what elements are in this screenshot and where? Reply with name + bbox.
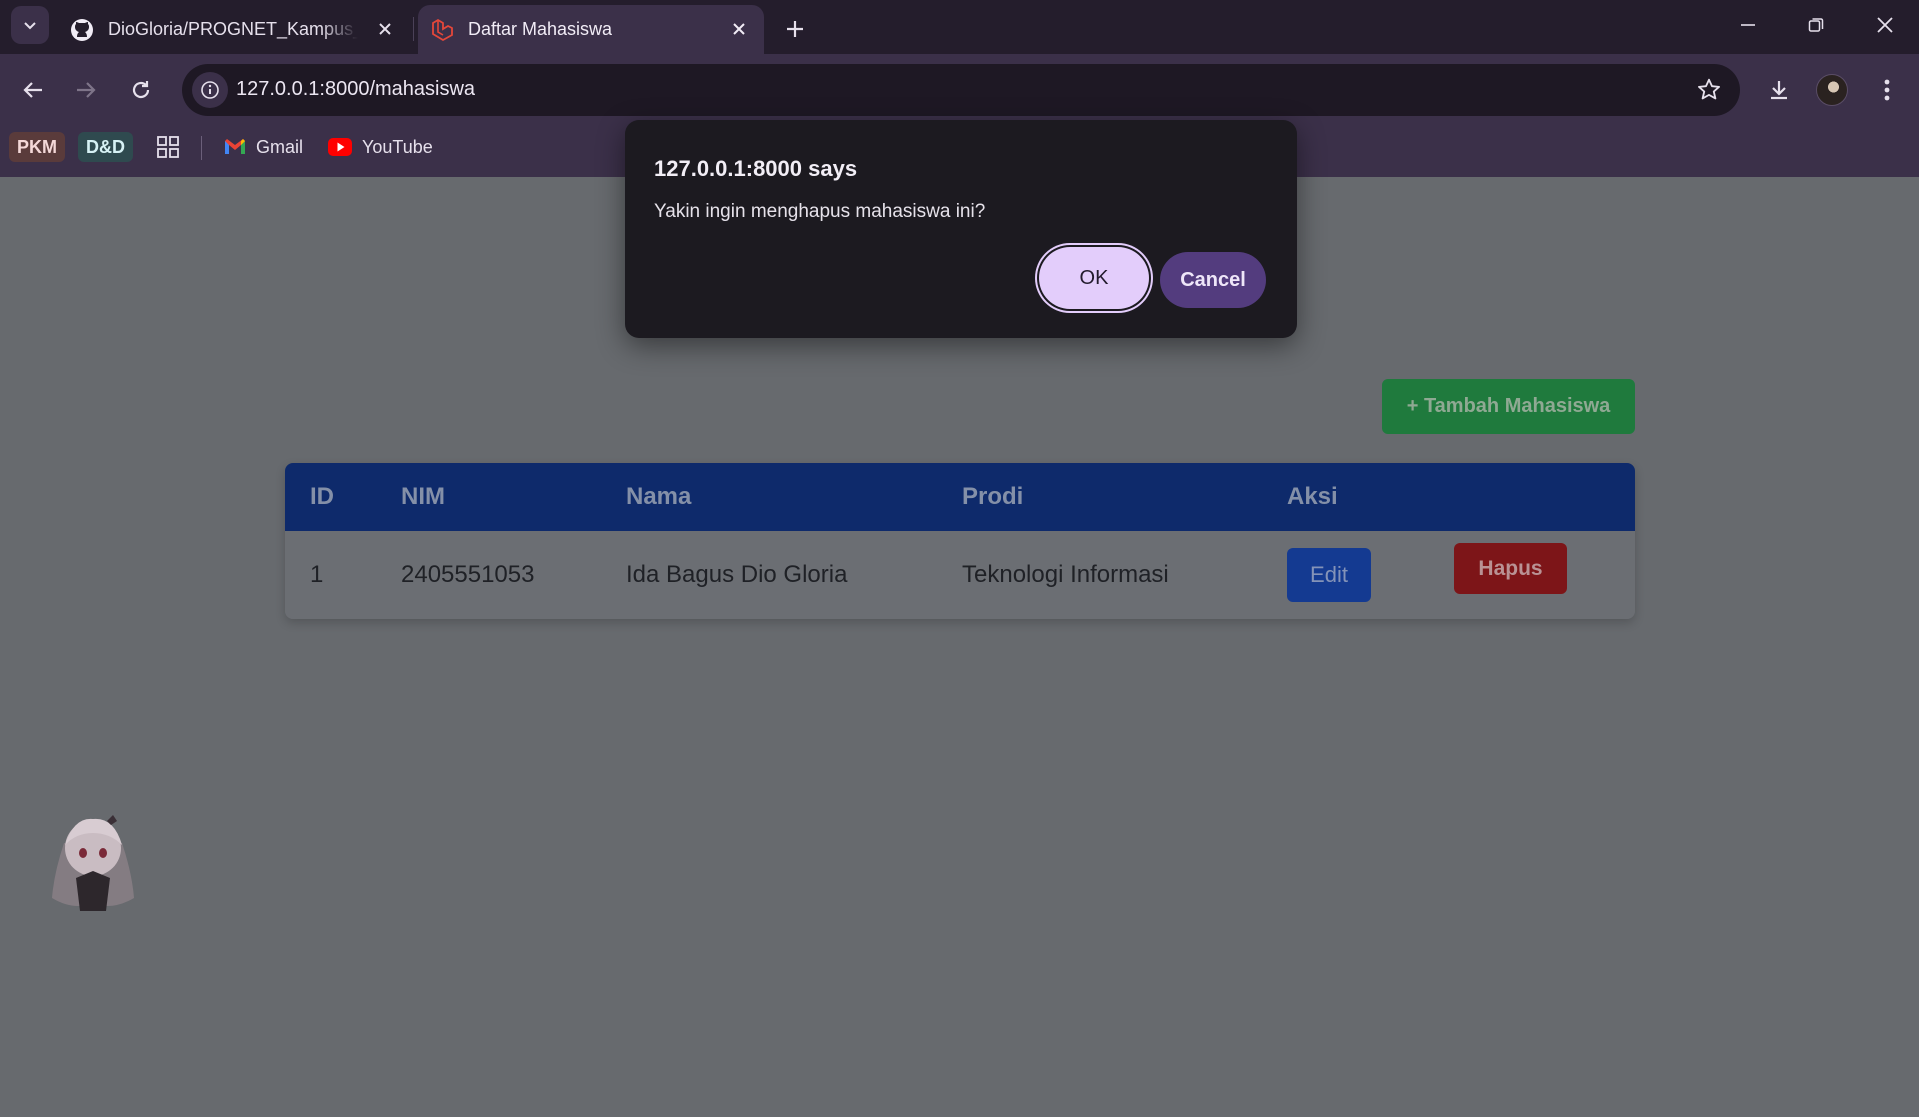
- url-text[interactable]: 127.0.0.1:8000/mahasiswa: [236, 78, 475, 101]
- add-mahasiswa-button[interactable]: + Tambah Mahasiswa: [1382, 379, 1635, 434]
- edit-button[interactable]: Edit: [1287, 548, 1371, 602]
- cancel-button[interactable]: Cancel: [1160, 252, 1266, 308]
- header-id: ID: [310, 483, 334, 510]
- dialog-message: Yakin ingin menghapus mahasiswa ini?: [654, 201, 986, 222]
- youtube-icon: [328, 138, 352, 156]
- more-vert-icon: [1884, 79, 1890, 101]
- header-prodi: Prodi: [962, 483, 1024, 510]
- reload-button[interactable]: [121, 70, 161, 110]
- apps-grid-icon[interactable]: [156, 135, 180, 159]
- site-info-icon[interactable]: [192, 72, 228, 108]
- cell-prodi: Teknologi Informasi: [962, 561, 1169, 588]
- profile-avatar[interactable]: [1816, 74, 1848, 106]
- header-nama: Nama: [626, 483, 692, 510]
- tab-separator: [413, 17, 414, 41]
- minimize-icon: [1741, 24, 1755, 26]
- new-tab-button[interactable]: [778, 12, 812, 46]
- header-aksi: Aksi: [1287, 483, 1338, 510]
- download-icon: [1771, 81, 1787, 100]
- tab-title: DioGloria/PROGNET_Kampus_L: [108, 19, 358, 39]
- back-button[interactable]: [13, 70, 53, 110]
- downloads-button[interactable]: [1759, 70, 1799, 110]
- delete-button[interactable]: Hapus: [1454, 543, 1567, 594]
- close-tab-icon[interactable]: [728, 18, 750, 40]
- bookmark-pkm[interactable]: PKM: [9, 132, 65, 162]
- bookmark-label: Gmail: [256, 136, 304, 157]
- plus-icon: [787, 21, 803, 37]
- bookmark-youtube[interactable]: YouTube: [328, 132, 433, 162]
- cell-nim: 2405551053: [401, 561, 535, 588]
- tab-title: Daftar Mahasiswa: [468, 19, 613, 39]
- cell-nama: Ida Bagus Dio Gloria: [626, 561, 848, 588]
- bookmark-star-icon[interactable]: [1696, 77, 1722, 108]
- dialog-title: 127.0.0.1:8000 says: [654, 156, 858, 181]
- confirm-dialog: 127.0.0.1:8000 says Yakin ingin menghapu…: [625, 120, 1297, 338]
- minimize-button[interactable]: [1714, 0, 1782, 50]
- menu-button[interactable]: [1867, 70, 1907, 110]
- gmail-icon: [225, 139, 245, 154]
- close-icon: [1877, 17, 1893, 33]
- tab-github[interactable]: DioGloria/PROGNET_Kampus_L: [58, 5, 410, 54]
- restore-icon: [1808, 18, 1824, 32]
- ok-button[interactable]: OK: [1039, 247, 1149, 309]
- chevron-down-icon: [24, 22, 36, 30]
- forward-button[interactable]: [66, 70, 106, 110]
- address-bar[interactable]: 127.0.0.1:8000/mahasiswa: [182, 64, 1740, 116]
- tab-daftar-mahasiswa[interactable]: Daftar Mahasiswa: [418, 5, 764, 54]
- mahasiswa-table: ID NIM Nama Prodi Aksi 1 2405551053 Ida …: [285, 463, 1635, 619]
- table-header: ID NIM Nama Prodi Aksi: [285, 463, 1635, 531]
- github-icon: [70, 18, 94, 42]
- bookmark-dnd[interactable]: D&D: [78, 132, 133, 162]
- close-tab-icon[interactable]: [374, 18, 396, 40]
- table-row: 1 2405551053 Ida Bagus Dio Gloria Teknol…: [285, 531, 1635, 619]
- cell-id: 1: [310, 561, 324, 588]
- header-nim: NIM: [401, 483, 445, 510]
- mascot-image: [34, 803, 152, 921]
- arrow-right-icon: [77, 82, 96, 98]
- close-window-button[interactable]: [1851, 0, 1919, 50]
- tab-search-button[interactable]: [11, 6, 49, 44]
- arrow-left-icon: [23, 82, 42, 98]
- tab-strip: DioGloria/PROGNET_Kampus_L Daftar Mahasi…: [0, 0, 1919, 54]
- bookmarks-divider: [201, 136, 202, 160]
- bookmark-gmail[interactable]: Gmail: [224, 132, 303, 162]
- reload-icon: [132, 81, 150, 99]
- restore-button[interactable]: [1782, 0, 1850, 50]
- bookmark-label: YouTube: [362, 136, 433, 157]
- laravel-icon: [430, 18, 454, 42]
